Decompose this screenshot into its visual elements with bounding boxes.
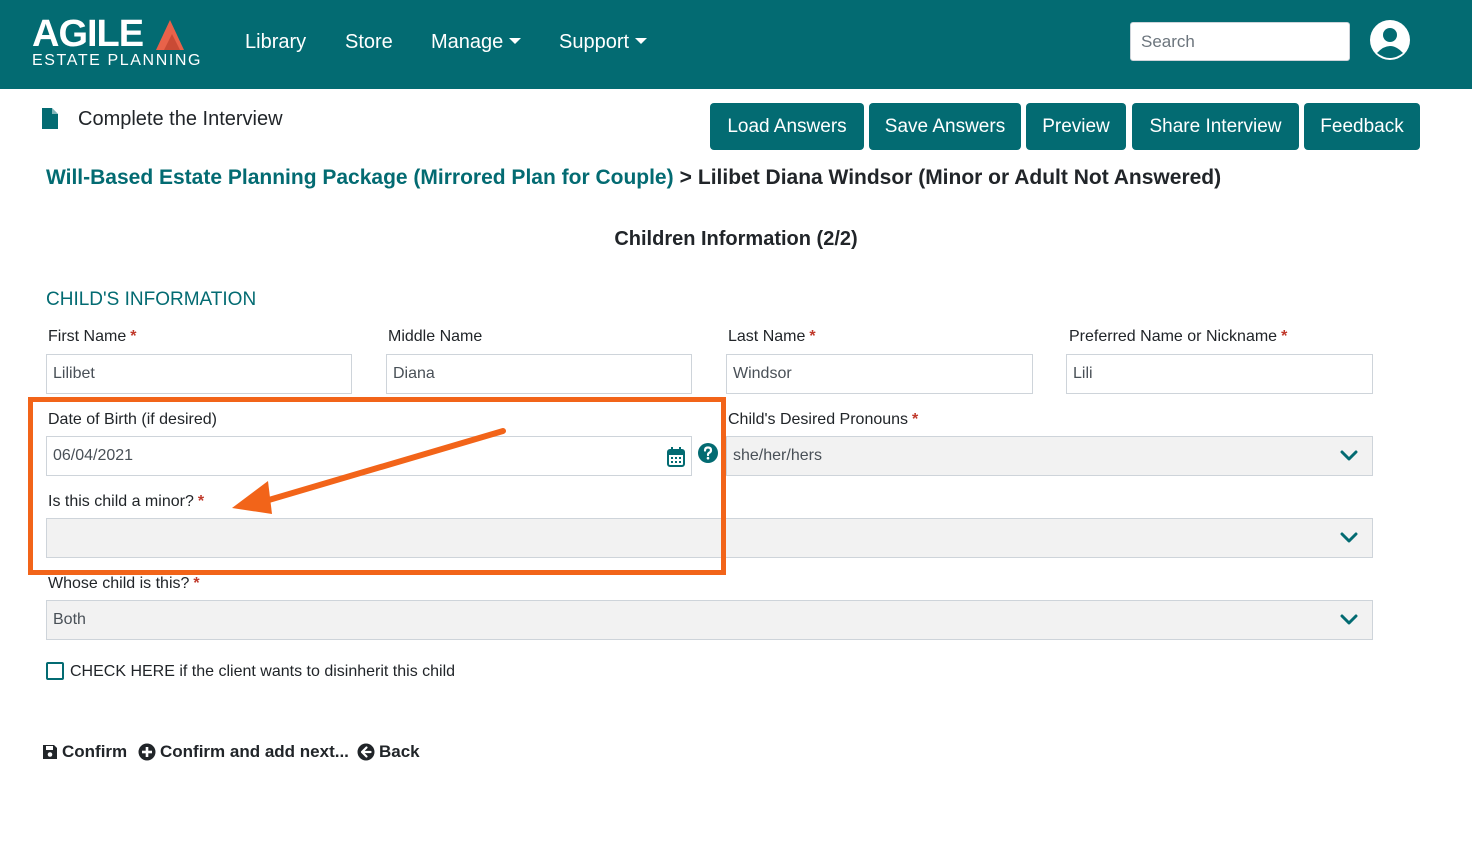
chevron-down-icon bbox=[1340, 614, 1358, 625]
page-title: Complete the Interview bbox=[78, 108, 283, 130]
top-navbar: AGILE ESTATE PLANNING Library Store Mana… bbox=[0, 0, 1472, 89]
middle-name-value: Diana bbox=[393, 365, 435, 382]
chevron-down-icon bbox=[1340, 532, 1358, 543]
middle-name-field[interactable]: Diana bbox=[386, 354, 692, 394]
arrow-left-circle-icon bbox=[357, 743, 375, 761]
logo-wordmark: AGILE bbox=[32, 13, 144, 55]
plus-circle-icon bbox=[138, 743, 156, 761]
caret-down-icon bbox=[635, 38, 648, 45]
middle-name-label: Middle Name bbox=[388, 327, 482, 347]
confirm-button[interactable]: Confirm bbox=[42, 740, 127, 764]
last-name-field[interactable]: Windsor bbox=[726, 354, 1033, 394]
load-answers-button[interactable]: Load Answers bbox=[710, 103, 864, 150]
back-button[interactable]: Back bbox=[357, 740, 420, 764]
required-marker: * bbox=[193, 575, 200, 592]
breadcrumb: Will-Based Estate Planning Package (Mirr… bbox=[46, 164, 1221, 192]
required-marker: * bbox=[912, 411, 919, 428]
pronouns-select[interactable]: she/her/hers bbox=[726, 436, 1373, 476]
first-name-label: First Name * bbox=[48, 327, 136, 347]
section-title: Children Information (2/2) bbox=[614, 228, 858, 250]
logo-triangle-icon bbox=[156, 20, 184, 50]
whose-child-select[interactable]: Both bbox=[46, 600, 1373, 640]
whose-child-label: Whose child is this? * bbox=[48, 574, 200, 594]
nav-store[interactable]: Store bbox=[345, 29, 393, 55]
search-input[interactable] bbox=[1130, 22, 1350, 61]
required-marker: * bbox=[130, 328, 137, 345]
logo-subtitle: ESTATE PLANNING bbox=[32, 52, 203, 69]
required-marker: * bbox=[1281, 328, 1288, 345]
nav-manage-dropdown[interactable]: Manage bbox=[431, 29, 522, 55]
agile-logo[interactable]: AGILE ESTATE PLANNING bbox=[32, 13, 201, 74]
preferred-name-label-text: Preferred Name or Nickname bbox=[1069, 328, 1278, 345]
first-name-field[interactable]: Lilibet bbox=[46, 354, 352, 394]
nav-library[interactable]: Library bbox=[245, 29, 306, 55]
first-name-label-text: First Name bbox=[48, 328, 127, 345]
preferred-name-label: Preferred Name or Nickname * bbox=[1069, 327, 1287, 347]
preferred-name-field[interactable]: Lili bbox=[1066, 354, 1373, 394]
nav-support-label: Support bbox=[559, 31, 630, 53]
user-avatar-icon[interactable] bbox=[1369, 19, 1411, 61]
first-name-value: Lilibet bbox=[53, 365, 95, 382]
confirm-and-add-next-label: Confirm and add next... bbox=[160, 742, 349, 761]
disinherit-label[interactable]: CHECK HERE if the client wants to disinh… bbox=[70, 662, 455, 682]
caret-down-icon bbox=[509, 38, 522, 45]
preview-button[interactable]: Preview bbox=[1026, 103, 1126, 150]
breadcrumb-separator: > bbox=[679, 166, 692, 189]
disinherit-checkbox[interactable] bbox=[46, 662, 64, 680]
nav-library-label: Library bbox=[245, 31, 307, 53]
pronouns-label: Child's Desired Pronouns * bbox=[728, 410, 918, 430]
confirm-and-add-next-button[interactable]: Confirm and add next... bbox=[138, 740, 349, 764]
nav-manage-label: Manage bbox=[431, 31, 504, 53]
last-name-value: Windsor bbox=[733, 365, 792, 382]
confirm-label: Confirm bbox=[62, 742, 128, 761]
save-answers-button[interactable]: Save Answers bbox=[869, 103, 1021, 150]
breadcrumb-parent-link[interactable]: Will-Based Estate Planning Package (Mirr… bbox=[46, 166, 674, 189]
last-name-label-text: Last Name bbox=[728, 328, 806, 345]
whose-child-label-text: Whose child is this? bbox=[48, 575, 190, 592]
nav-store-label: Store bbox=[345, 31, 393, 53]
breadcrumb-current: Lilibet Diana Windsor (Minor or Adult No… bbox=[697, 166, 1222, 189]
nav-support-dropdown[interactable]: Support bbox=[559, 29, 648, 55]
document-icon bbox=[42, 108, 58, 129]
pronouns-label-text: Child's Desired Pronouns bbox=[728, 411, 909, 428]
back-label: Back bbox=[379, 742, 420, 761]
preferred-name-value: Lili bbox=[1073, 365, 1093, 382]
middle-name-label-text: Middle Name bbox=[388, 328, 483, 345]
pronouns-value: she/her/hers bbox=[733, 447, 822, 464]
feedback-button[interactable]: Feedback bbox=[1304, 103, 1420, 150]
group-title: CHILD'S INFORMATION bbox=[46, 289, 257, 310]
annotation-highlight-box bbox=[28, 397, 726, 575]
whose-child-value: Both bbox=[53, 611, 86, 628]
save-icon bbox=[43, 745, 57, 759]
chevron-down-icon bbox=[1340, 450, 1358, 461]
last-name-label: Last Name * bbox=[728, 327, 816, 347]
share-interview-button[interactable]: Share Interview bbox=[1132, 103, 1299, 150]
required-marker: * bbox=[809, 328, 816, 345]
